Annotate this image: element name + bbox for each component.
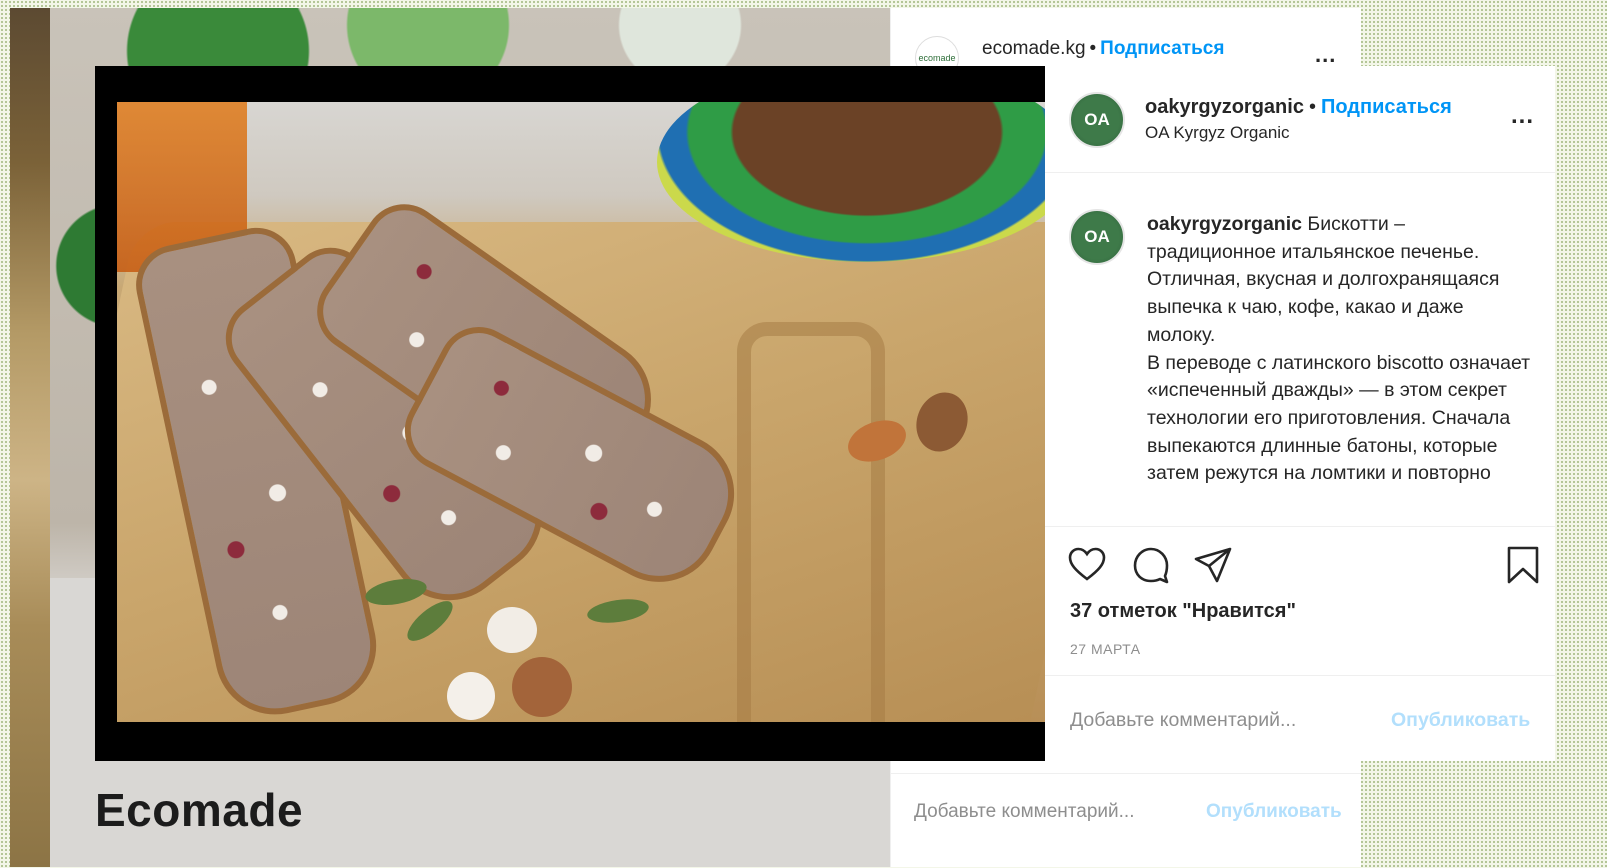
bookmark-icon[interactable] <box>1503 545 1543 585</box>
comment-icon[interactable] <box>1131 545 1171 585</box>
board-handle-groove <box>737 322 885 722</box>
comment-row: Добавьте комментарий... Опубликовать <box>1045 675 1555 762</box>
post-sidebar: OA oakyrgyzorganic • Подписаться OA Kyrgyz… <box>1045 66 1555 761</box>
post-header: OA oakyrgyzorganic • Подписаться OA Kyrgyz… <box>1045 66 1555 173</box>
caption-avatar[interactable]: OA <box>1069 209 1125 265</box>
background-photo-strip <box>10 8 52 867</box>
send-icon[interactable] <box>1193 545 1233 585</box>
back-post-header: ecomade.kg • Подписаться <box>982 38 1224 60</box>
ecomade-avatar-logo: ecomade <box>918 53 956 63</box>
header-user-line: oakyrgyzorganic • Подписаться <box>1145 96 1452 119</box>
post-username[interactable]: oakyrgyzorganic <box>1145 96 1304 118</box>
avatar-logo-text: OA <box>1084 110 1110 129</box>
back-more-options-icon[interactable]: ... <box>1315 42 1336 68</box>
publish-button[interactable]: Опубликовать <box>1391 709 1530 732</box>
post-caption: OA oakyrgyzorganic Бискотти – традиционн… <box>1045 173 1555 526</box>
separator-dot: • <box>1089 38 1097 59</box>
biscotti-photo <box>117 102 1045 722</box>
separator-dot: • <box>1308 96 1316 118</box>
heart-icon[interactable] <box>1067 545 1107 585</box>
front-instagram-post: OA oakyrgyzorganic • Подписаться OA Kyrgyz… <box>95 66 1555 761</box>
avatar-logo-text: OA <box>1084 227 1110 246</box>
likes-count[interactable]: 37 отметок "Нравится" <box>1070 600 1296 623</box>
comment-input[interactable]: Добавьте комментарий... <box>1070 709 1296 732</box>
back-post-username[interactable]: ecomade.kg <box>982 38 1086 59</box>
caption-text: oakyrgyzorganic Бискотти – традиционное … <box>1147 211 1532 488</box>
back-publish-button[interactable]: Опубликовать <box>1206 801 1342 823</box>
hazelnut <box>512 657 572 717</box>
caption-body: Бискотти – традиционное итальянское пече… <box>1147 213 1531 485</box>
hazelnut <box>447 672 495 720</box>
caption-author[interactable]: oakyrgyzorganic <box>1147 213 1302 235</box>
post-date[interactable]: 27 МАРТА <box>1070 641 1141 657</box>
more-options-icon[interactable]: ... <box>1511 102 1534 130</box>
oakyrgyzorganic-avatar[interactable]: OA <box>1069 92 1125 148</box>
account-subtitle: OA Kyrgyz Organic <box>1145 123 1290 142</box>
back-comment-input[interactable]: Добавьте комментарий... <box>914 801 1134 823</box>
follow-button[interactable]: Подписаться <box>1321 96 1452 118</box>
back-comment-row: Добавьте комментарий... Опубликовать <box>891 773 1361 868</box>
hazelnut <box>487 607 537 653</box>
ecomade-brand-text: Ecomade <box>95 784 304 836</box>
back-follow-button[interactable]: Подписаться <box>1100 38 1224 59</box>
post-actions: 37 отметок "Нравится" 27 МАРТА <box>1045 526 1555 677</box>
